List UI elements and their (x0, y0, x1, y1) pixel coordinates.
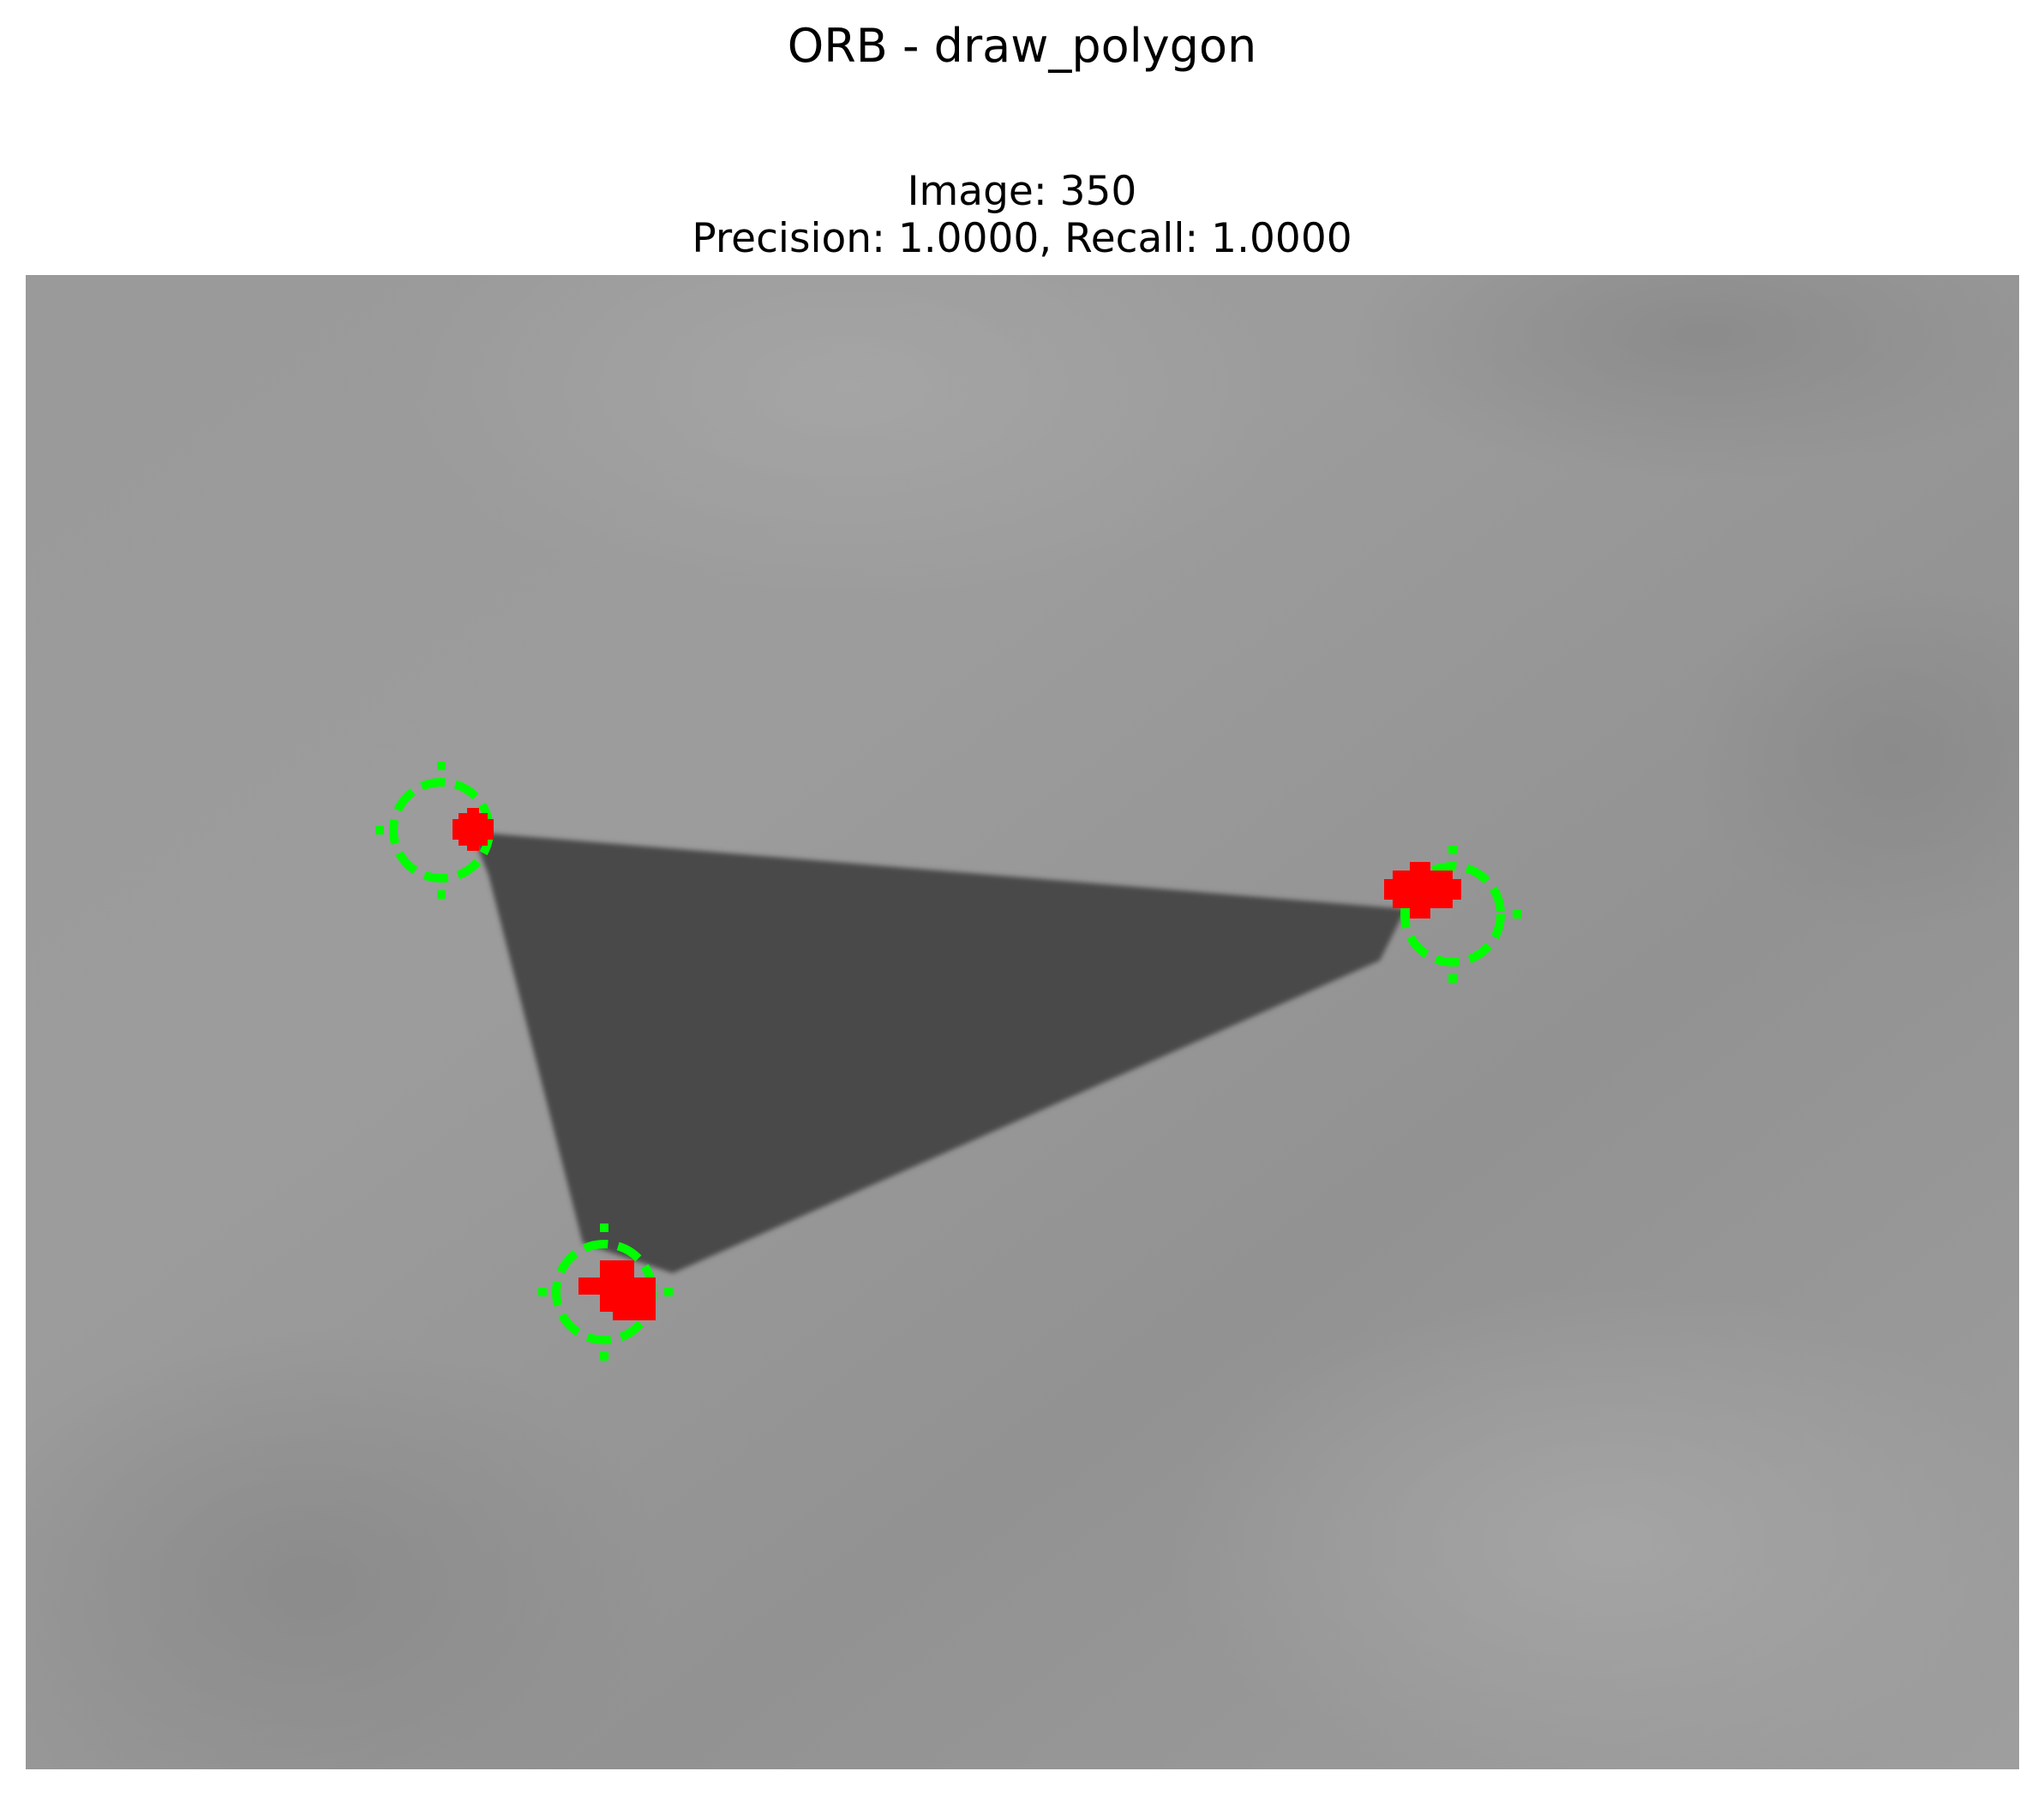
image-canvas (26, 275, 2019, 1769)
image-panel (26, 275, 2019, 1769)
metrics-label: Precision: 1.0000, Recall: 1.0000 (692, 215, 1352, 262)
detected-keypoint (453, 808, 494, 851)
image-id-label: Image: 350 (907, 168, 1137, 215)
figure-title: ORB - draw_polygon (787, 19, 1257, 73)
